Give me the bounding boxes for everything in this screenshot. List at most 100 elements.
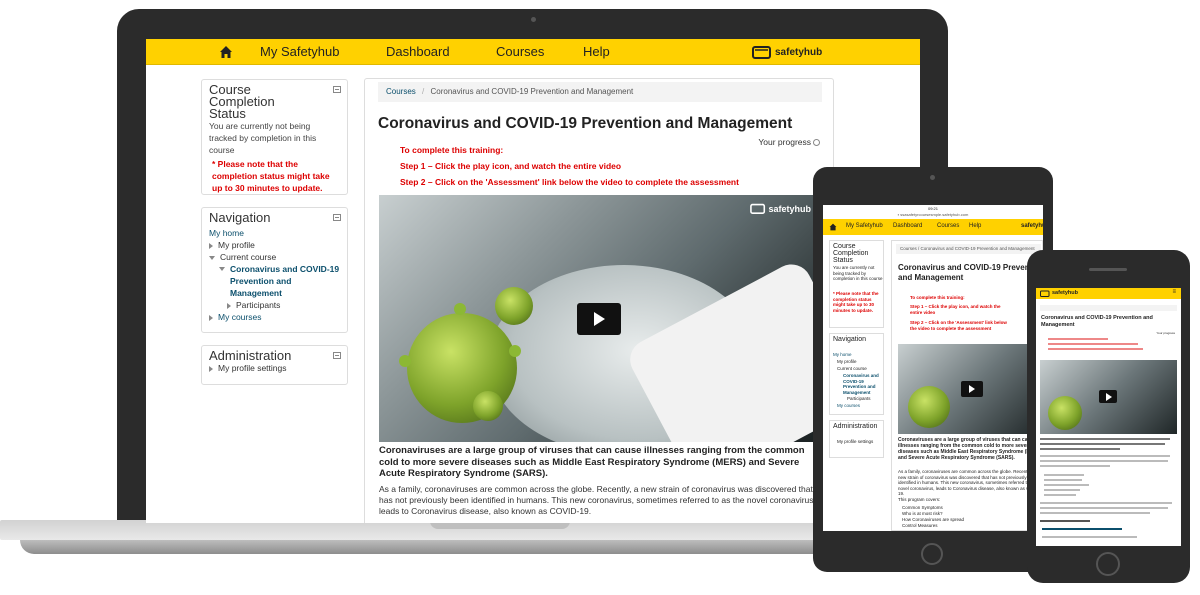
brand-logo[interactable]: safetyhub (752, 43, 822, 61)
virus-spike (509, 345, 521, 357)
nav-dashboard[interactable]: Dashboard (386, 44, 450, 59)
tablet-instr-heading: To complete this training: (910, 295, 965, 300)
collapse-icon[interactable] (333, 214, 341, 221)
tablet-play-icon[interactable] (961, 381, 983, 397)
progress-text: Your progress (758, 137, 811, 147)
admin-profile-settings[interactable]: My profile settings (209, 362, 340, 374)
nav-current-course[interactable]: Current course (209, 251, 340, 263)
tablet-instr-step2: Step 2 – Click on the 'Assessment' link … (910, 320, 1007, 331)
nav-participants[interactable]: Participants (209, 299, 340, 311)
tablet-instr-step1: Step 1 – Click the play icon, and watch … (910, 304, 1001, 315)
phone-text-line (1042, 536, 1137, 538)
tablet-nav-item[interactable]: My home (833, 352, 852, 357)
tablet-breadcrumb-text: Courses / Coronavirus and COVID-19 Preve… (900, 246, 1035, 251)
tablet-nav-dashboard[interactable]: Dashboard (893, 223, 922, 229)
tablet-status-time: 09:21 (927, 206, 938, 211)
tablet-nav-item[interactable]: Current course (837, 366, 867, 371)
tablet-brand[interactable]: safetyhub (1021, 223, 1043, 229)
tablet-nav-item[interactable]: Coronavirus and COVID-19 Prevention and … (843, 373, 879, 395)
tablet-admin-block: Administration My profile settings (829, 420, 884, 458)
navigation-title: Navigation (209, 210, 271, 225)
nav-my-safetyhub[interactable]: My Safetyhub (260, 44, 340, 59)
video-watermark-text: safetyhub (768, 203, 811, 214)
collapse-icon[interactable] (333, 352, 341, 359)
tablet-completion-title: Course Completion Status (833, 243, 869, 264)
page-title: Coronavirus and COVID-19 Prevention and … (378, 115, 793, 132)
tablet-cover-item: Common Symptoms (902, 505, 943, 510)
nav-participants-label: Participants (236, 300, 281, 310)
nav-current-course-label: Current course (220, 252, 277, 262)
tablet-frame: 09:21 ▪ ssasafetyrcoursesmple.safetyhub.… (813, 167, 1053, 572)
menu-icon[interactable]: ≡ (1172, 289, 1176, 295)
course-completion-block: Course Completion Status You are current… (201, 79, 348, 195)
nav-my-home[interactable]: My home (209, 227, 340, 239)
safetyhub-logo-icon (1040, 290, 1050, 297)
main-content: Courses / Coronavirus and COVID-19 Preve… (364, 78, 834, 523)
completion-title: Course Completion Status (209, 82, 275, 121)
device-mockup-stage: My Safetyhub Dashboard Courses Help safe… (0, 0, 1200, 595)
completion-note: * Please note that the completion status… (212, 159, 330, 193)
collapse-arrow-icon (209, 255, 215, 260)
nav-course-name: Coronavirus and COVID-19 Prevention and … (230, 264, 340, 298)
tablet-cover-item: Control Measures (902, 523, 938, 528)
tablet-nav-item[interactable]: My courses (837, 403, 860, 408)
instructions-step1: Step 1 – Click the play icon, and watch … (400, 161, 622, 171)
virus-graphic-small (495, 287, 533, 325)
phone-text-line (1044, 484, 1089, 486)
tablet-nav-my-safetyhub[interactable]: My Safetyhub (846, 223, 883, 229)
tablet-home-button[interactable] (921, 543, 943, 565)
intro-text: As a family, coronaviruses are common ac… (379, 484, 816, 516)
collapse-icon[interactable] (333, 86, 341, 93)
phone-instr-line (1048, 348, 1143, 350)
phone-text-line (1040, 502, 1172, 504)
virus-spike (454, 303, 466, 315)
tablet-nav-courses[interactable]: Courses (937, 223, 959, 229)
administration-block: Administration My profile settings (201, 345, 348, 385)
tablet-main: Courses / Coronavirus and COVID-19 Preve… (891, 240, 1043, 531)
tablet-nav-item[interactable]: My profile (837, 359, 857, 364)
nav-courses[interactable]: Courses (496, 44, 544, 59)
laptop-screen: My Safetyhub Dashboard Courses Help safe… (146, 39, 920, 523)
nav-course-item[interactable]: Coronavirus and COVID-19 Prevention and … (209, 263, 340, 299)
virus-graphic (908, 386, 950, 428)
breadcrumb: Courses / Coronavirus and COVID-19 Preve… (378, 82, 822, 102)
phone-text-line (1044, 479, 1082, 481)
tablet-admin-item[interactable]: My profile settings (837, 439, 877, 445)
phone-play-icon[interactable] (1099, 390, 1117, 403)
phone-video[interactable] (1040, 360, 1177, 434)
expand-arrow-icon (227, 302, 231, 309)
tablet-completion-block: Course Completion Status You are current… (829, 240, 884, 328)
tablet-intro: As a family, coronaviruses are common ac… (898, 469, 1043, 496)
collapse-arrow-icon (219, 267, 225, 271)
video-player[interactable]: safetyhub (379, 195, 823, 442)
nav-my-courses[interactable]: My courses (209, 311, 340, 323)
phone-home-button[interactable] (1096, 552, 1120, 576)
intro-bold-text: Coronaviruses are a large group of virus… (379, 445, 805, 479)
tablet-nav-item[interactable]: Participants (847, 396, 871, 401)
help-icon[interactable] (813, 139, 820, 147)
phone-text-line (1040, 465, 1110, 467)
nav-my-profile[interactable]: My profile (209, 239, 340, 251)
home-icon[interactable] (219, 45, 233, 59)
breadcrumb-courses[interactable]: Courses (386, 87, 416, 96)
tablet-admin-title: Administration (833, 423, 878, 430)
nav-help[interactable]: Help (583, 44, 610, 59)
breadcrumb-current: Coronavirus and COVID-19 Prevention and … (430, 87, 634, 96)
top-nav-bar: My Safetyhub Dashboard Courses Help safe… (146, 39, 920, 65)
phone-text-line (1044, 494, 1076, 496)
phone-progress-label: Your progress (1156, 331, 1175, 335)
home-icon[interactable] (829, 223, 837, 231)
tablet-nav-bar: My Safetyhub Dashboard Courses Help safe… (823, 219, 1043, 235)
tablet-nav-help[interactable]: Help (969, 223, 981, 229)
breadcrumb-separator: / (422, 87, 425, 96)
play-icon[interactable] (577, 303, 621, 335)
phone-text-line (1040, 512, 1150, 514)
administration-tree: My profile settings (209, 362, 340, 374)
tablet-video[interactable] (898, 344, 1043, 434)
tablet-navigation-block: Navigation My home My profile Current co… (829, 333, 884, 415)
tablet-screen: 09:21 ▪ ssasafetyrcoursesmple.safetyhub.… (823, 205, 1043, 531)
phone-brand[interactable]: safetyhub (1052, 290, 1078, 296)
instructions-step2: Step 2 – Click on the 'Assessment' link … (400, 177, 739, 187)
administration-title: Administration (209, 348, 292, 363)
expand-arrow-icon (209, 314, 213, 321)
